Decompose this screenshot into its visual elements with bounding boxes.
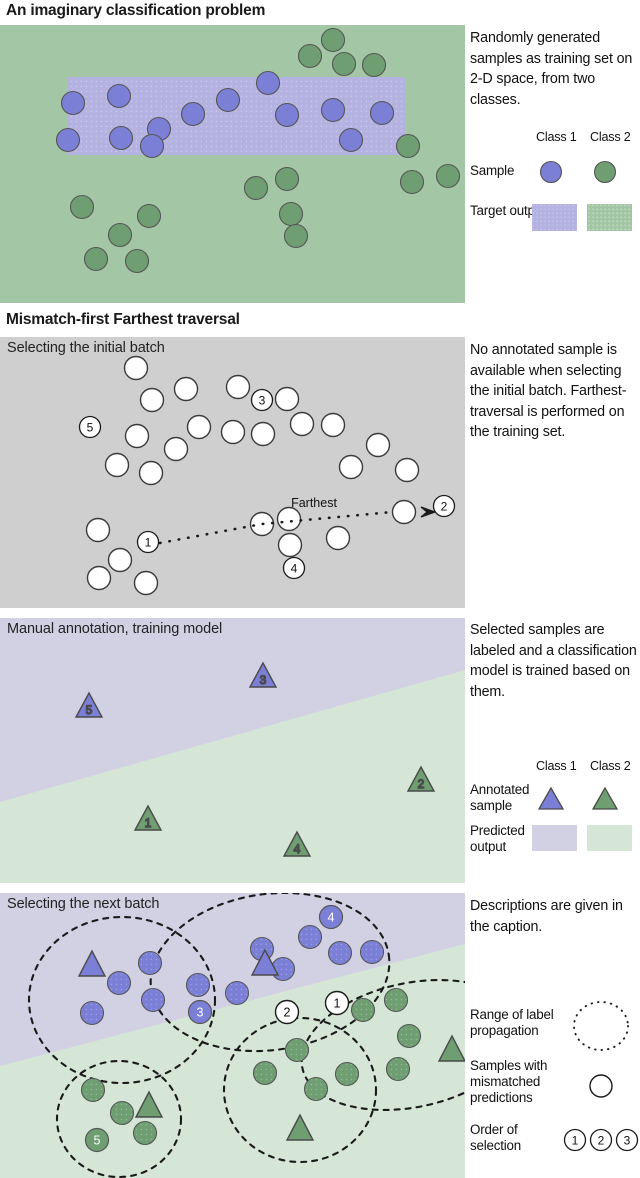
panel-3-scatter: 3 5 2 1 4 [0,618,465,857]
legend-3-predicted-swatches [532,825,632,851]
legend-3-annotated-text: Annotated sample [470,782,530,813]
legend-4-range-text: Range of label propagation [470,1007,554,1038]
svg-text:4: 4 [291,562,298,576]
svg-text:5: 5 [94,1134,101,1148]
legend-4-order-icons: 1 2 3 [563,1128,639,1152]
panel-initial-batch: Selecting the initial batch Farthest 1 2… [0,337,465,608]
order-markers: 1 2 3 4 5 [78,388,456,580]
section-title-classification: An imaginary classification problem [6,2,266,19]
panel-2-scatter: Farthest 1 2 3 4 5 [78,355,456,596]
legend-circle-class2 [593,160,617,184]
legend-4-order-label: Order of selection [470,1122,562,1154]
panel-4-scatter: 1 2 3 4 5 [0,893,465,1178]
legend-4-mismatch-label: Samples with mismatched predictions [470,1058,566,1105]
annotated-sample-4: 4 [282,830,312,857]
legend-swatch-pred-class2 [587,825,632,851]
legend-4-mismatch-icon [589,1074,613,1098]
triangle-class2-b [285,1113,315,1141]
legend-triangle-class1 [537,786,565,810]
legend-3-class2-header: Class 2 [590,759,631,773]
panel-3-description: Selected samples are labeled and a class… [470,622,637,700]
legend-swatch-pred-class1 [532,825,577,851]
arrowhead-icon [420,506,437,518]
predicted-region-class1 [0,618,465,802]
svg-text:3: 3 [197,1006,204,1020]
legend-1-class2-header: Class 2 [590,130,631,144]
svg-text:2: 2 [418,777,425,791]
legend-4-range-icon [573,1001,629,1051]
panel-4-description: Descriptions are given in the caption. [470,898,623,935]
legend-3-predicted-text: Predicted output [470,823,525,854]
legend-1-class1-header: Class 1 [536,130,577,144]
panel-4-label: Selecting the next batch [7,896,160,912]
legend-swatch-target-class1 [532,204,577,231]
annotated-sample-2: 2 [406,765,436,792]
section-title-mismatch: Mismatch-first Farthest traversal [6,311,240,328]
svg-text:5: 5 [87,421,94,435]
predicted-region-class1 [0,893,465,1066]
svg-text:4: 4 [328,911,335,925]
svg-text:2: 2 [441,500,448,514]
order-icon-1: 1 [572,1134,579,1148]
panel-1-description: Randomly generated samples as training s… [470,30,633,108]
svg-text:2: 2 [284,1006,291,1020]
legend-1-sample-swatches [539,160,617,184]
legend-3-annotated-label: Annotated sample [470,782,536,814]
svg-text:4: 4 [294,842,301,856]
legend-swatch-target-class2 [587,204,632,231]
legend-circle-class1 [539,160,563,184]
svg-text:5: 5 [86,703,93,717]
svg-text:1: 1 [334,997,341,1011]
panel-3-label: Manual annotation, training model [7,621,223,637]
open-circle-icon [589,1074,613,1098]
svg-text:3: 3 [260,673,267,687]
dotted-ellipse-icon [573,1001,629,1051]
range-ellipse-3 [300,978,465,1112]
svg-text:1: 1 [145,536,152,550]
legend-4-order-text: Order of selection [470,1122,522,1153]
panel-1-scatter [55,27,461,274]
legend-4-mismatch-text: Samples with mismatched predictions [470,1058,548,1105]
legend-3-class1-header: Class 1 [536,759,577,773]
legend-3-predicted-label: Predicted output [470,823,534,855]
legend-triangle-class2 [591,786,619,810]
panel-next-batch: Selecting the next batch 1 2 3 4 5 [0,893,465,1178]
panel-classification-problem [0,25,465,303]
annotated-sample-1: 1 [133,804,163,831]
svg-text:3: 3 [259,394,266,408]
triangle-class2-c [437,1034,465,1062]
triangle-class2-a [134,1090,164,1118]
unlabeled-samples [85,355,420,596]
legend-1-sample-label: Sample [470,163,515,178]
legend-4-range-label: Range of label propagation [470,1007,562,1039]
farthest-annotation: Farthest [291,496,337,510]
svg-text:1: 1 [145,816,152,830]
panel-2-description: No annotated sample is available when se… [470,342,627,441]
legend-1-target-swatches [532,204,632,231]
panel-manual-annotation: Manual annotation, training model 3 5 2 … [0,618,465,883]
order-icon-2: 2 [598,1134,605,1148]
panel-2-label: Selecting the initial batch [7,340,165,356]
legend-3-triangle-swatches [537,786,619,810]
order-icon-3: 3 [624,1134,631,1148]
